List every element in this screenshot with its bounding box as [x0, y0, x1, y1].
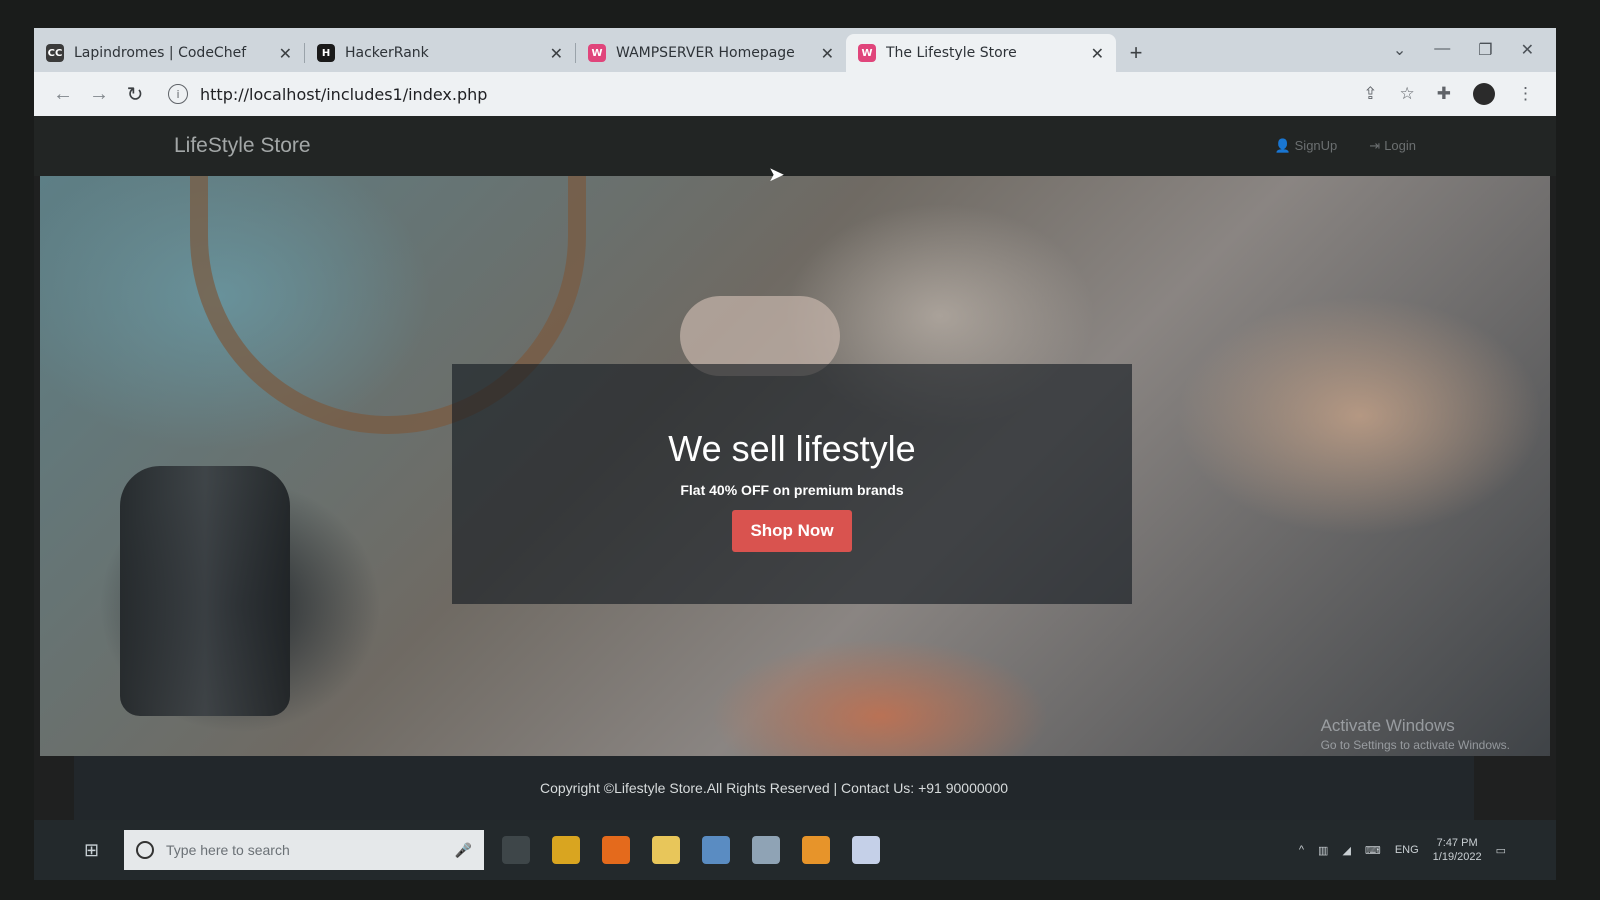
shop-now-button[interactable]: Shop Now: [732, 510, 852, 552]
site-navbar: LifeStyle Store 👤 SignUp ⇥ Login: [34, 116, 1556, 176]
app-icon[interactable]: [702, 836, 730, 864]
tab-wampserver[interactable]: W WAMPSERVER Homepage ✕: [576, 34, 846, 72]
clock[interactable]: 7:47 PM 1/19/2022: [1433, 836, 1482, 864]
volume-icon[interactable]: ◢: [1342, 844, 1350, 857]
search-placeholder: Type here to search: [166, 842, 290, 858]
share-icon[interactable]: ⇪: [1363, 84, 1377, 104]
windows-start-icon[interactable]: ⊞: [84, 840, 124, 861]
monitor-screen: CC Lapindromes | CodeChef ✕ H HackerRank…: [34, 28, 1556, 880]
tab-lifestyle-store[interactable]: W The Lifestyle Store ✕: [846, 34, 1116, 72]
codechef-favicon-icon: CC: [46, 44, 64, 62]
user-icon: 👤: [1274, 138, 1291, 153]
activate-windows-watermark: Activate Windows Go to Settings to activ…: [1321, 716, 1510, 752]
system-tray: ^ ▥ ◢ ⌨ ENG 7:47 PM 1/19/2022 ▭: [1299, 836, 1506, 864]
tab-search-chevron-icon[interactable]: ⌄: [1393, 40, 1406, 60]
network-icon[interactable]: ▥: [1318, 844, 1328, 857]
login-icon: ⇥: [1369, 138, 1381, 153]
clock-time: 7:47 PM: [1436, 837, 1478, 849]
address-bar[interactable]: i http://localhost/includes1/index.php: [156, 78, 1363, 110]
mouse-pointer-icon: ➤: [768, 164, 785, 186]
restore-icon[interactable]: ❐: [1478, 40, 1492, 60]
login-label: Login: [1384, 138, 1416, 153]
footer-text: Copyright ©Lifestyle Store.All Rights Re…: [539, 780, 1009, 796]
minimize-icon[interactable]: —: [1434, 40, 1450, 60]
notification-icon[interactable]: ▭: [1496, 844, 1506, 857]
close-icon[interactable]: ✕: [1091, 44, 1104, 63]
keyboard-icon[interactable]: ⌨: [1365, 844, 1381, 857]
wampserver-favicon-icon: W: [858, 44, 876, 62]
close-icon[interactable]: ✕: [279, 44, 292, 63]
site-info-icon[interactable]: i: [168, 84, 188, 104]
window-controls: ⌄ — ❐ ✕: [1393, 40, 1556, 72]
signup-label: SignUp: [1294, 138, 1338, 153]
tab-title: Lapindromes | CodeChef: [74, 45, 247, 61]
pinned-apps: [502, 836, 880, 864]
watermark-subtitle: Go to Settings to activate Windows.: [1320, 738, 1510, 752]
hackerrank-favicon-icon: H: [317, 44, 335, 62]
taskbar-search-input[interactable]: Type here to search 🎤: [124, 830, 484, 870]
nav-links: 👤 SignUp ⇥ Login: [1274, 138, 1416, 154]
windows-taskbar: ⊞ Type here to search 🎤 ^ ▥ ◢ ⌨ ENG 7:47…: [34, 820, 1556, 880]
tab-codechef[interactable]: CC Lapindromes | CodeChef ✕: [34, 34, 304, 72]
camera-lens-decoration: [120, 466, 290, 716]
app-icon[interactable]: [752, 836, 780, 864]
close-icon[interactable]: ✕: [550, 44, 563, 63]
cortana-circle-icon: [136, 841, 154, 859]
tab-title: The Lifestyle Store: [886, 45, 1017, 61]
hero-caption-box: We sell lifestyle Flat 40% OFF on premiu…: [452, 364, 1132, 604]
forward-arrow-icon[interactable]: →: [84, 83, 114, 106]
close-window-icon[interactable]: ✕: [1521, 40, 1534, 60]
reload-icon[interactable]: ↻: [120, 82, 150, 107]
hero-subtitle: Flat 40% OFF on premium brands: [680, 482, 904, 498]
url-text: http://localhost/includes1/index.php: [200, 84, 488, 104]
clock-date: 1/19/2022: [1432, 851, 1482, 863]
hero-banner: We sell lifestyle Flat 40% OFF on premiu…: [40, 176, 1550, 756]
task-view-icon[interactable]: [502, 836, 530, 864]
show-hidden-icons-chevron-icon[interactable]: ^: [1299, 844, 1304, 856]
signup-link[interactable]: 👤 SignUp: [1274, 138, 1337, 154]
menu-kebab-icon[interactable]: ⋮: [1517, 84, 1534, 104]
login-link[interactable]: ⇥ Login: [1369, 138, 1416, 154]
brand-link[interactable]: LifeStyle Store: [174, 134, 311, 158]
new-tab-button[interactable]: +: [1116, 34, 1156, 72]
file-explorer-icon[interactable]: [652, 836, 680, 864]
tab-hackerrank[interactable]: H HackerRank ✕: [305, 34, 575, 72]
microphone-icon[interactable]: 🎤: [455, 842, 472, 859]
vlc-icon[interactable]: [802, 836, 830, 864]
hero-title: We sell lifestyle: [668, 428, 916, 469]
profile-avatar[interactable]: [1473, 83, 1495, 105]
wampserver-favicon-icon: W: [588, 44, 606, 62]
watermark-title: Activate Windows: [1320, 716, 1455, 735]
app-icon[interactable]: [852, 836, 880, 864]
browser-toolbar: ← → ↻ i http://localhost/includes1/index…: [34, 72, 1556, 116]
extensions-puzzle-icon[interactable]: ✚: [1437, 84, 1451, 104]
close-icon[interactable]: ✕: [821, 44, 834, 63]
tab-title: WAMPSERVER Homepage: [616, 45, 795, 61]
tab-title: HackerRank: [345, 45, 429, 61]
language-indicator[interactable]: ENG: [1395, 844, 1419, 856]
toolbar-icons: ⇪ ☆ ✚ ⋮: [1363, 83, 1542, 105]
chrome-icon[interactable]: [552, 836, 580, 864]
back-arrow-icon[interactable]: ←: [48, 83, 78, 106]
site-footer: Copyright ©Lifestyle Store.All Rights Re…: [74, 756, 1474, 820]
tab-strip: CC Lapindromes | CodeChef ✕ H HackerRank…: [34, 28, 1556, 72]
firefox-icon[interactable]: [602, 836, 630, 864]
bookmark-star-icon[interactable]: ☆: [1400, 84, 1415, 104]
web-page: LifeStyle Store 👤 SignUp ⇥ Login We sell l…: [34, 116, 1556, 820]
